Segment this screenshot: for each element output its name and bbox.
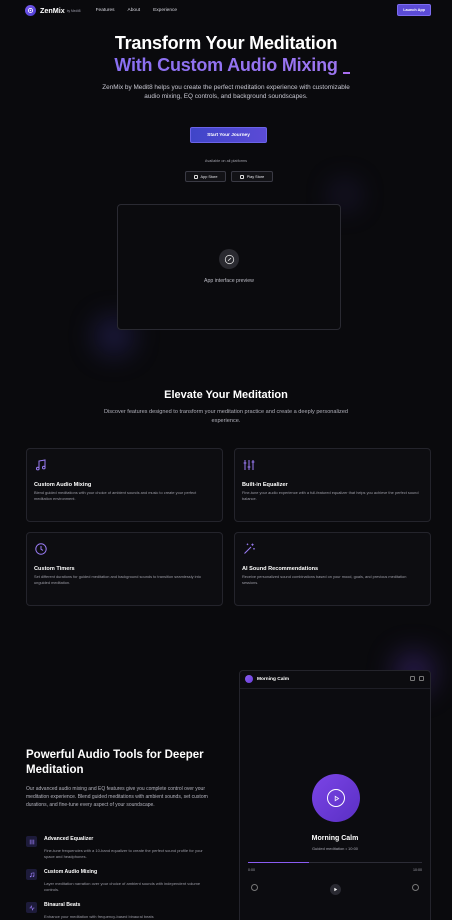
album-art: [312, 774, 360, 822]
play-button[interactable]: [330, 884, 341, 895]
tool-description: Enhance your meditation with frequency-b…: [44, 914, 154, 919]
feature-title: AI Sound Recommendations: [242, 566, 319, 572]
hero-title: Transform Your Meditation: [114, 33, 338, 53]
nav-link-experience[interactable]: Experience: [153, 8, 177, 13]
features-description: Discover features designed to transform …: [103, 409, 349, 424]
play-store-label: Play Store: [246, 174, 265, 179]
brand-name[interactable]: ZenMix: [40, 6, 65, 15]
tool-title: Binaural Beats: [44, 902, 81, 908]
time-end: 10:00: [413, 868, 422, 872]
tool-title: Advanced Equalizer: [44, 836, 94, 842]
track-subtitle: Guided meditation • 10:00: [311, 846, 359, 851]
settings-icon[interactable]: [410, 676, 415, 681]
menu-icon[interactable]: [419, 676, 424, 681]
tool-description: Layer meditation narration over your cho…: [44, 881, 201, 892]
feature-card: Custom Audio Mixing Blend guided meditat…: [26, 448, 223, 522]
next-icon[interactable]: [412, 884, 419, 891]
brand-sub: by Medit8: [66, 9, 81, 13]
preview-label: App interface preview: [204, 278, 254, 284]
check-circle-icon: [219, 249, 239, 269]
top-nav: ZenMix by Medit8 Features About Experien…: [0, 0, 452, 20]
clock-icon: [35, 543, 47, 555]
player-avatar: [245, 675, 253, 683]
features-title: Elevate Your Meditation: [164, 389, 288, 401]
tools-description: Our advanced audio mixing and EQ feature…: [26, 786, 208, 809]
magic-wand-icon: [244, 543, 255, 554]
feature-title: Built-in Equalizer: [242, 482, 288, 488]
nav-link-about[interactable]: About: [128, 8, 141, 13]
feature-description: Blend guided meditations with your choic…: [34, 490, 197, 501]
track-title: Morning Calm: [311, 835, 359, 842]
waveform-icon: [26, 902, 37, 913]
feature-card: AI Sound Recommendations Receive persona…: [234, 532, 431, 606]
nav-link-features[interactable]: Features: [96, 8, 115, 13]
play-icon[interactable]: [327, 789, 345, 807]
play-store-button[interactable]: Play Store: [231, 171, 273, 182]
music-note-icon: [26, 869, 37, 880]
app-store-button[interactable]: App Store: [185, 171, 226, 182]
player-mockup: Morning Calm Morning Calm Guided meditat…: [239, 670, 431, 920]
time-start: 0:00: [248, 868, 255, 872]
music-note-icon: [36, 459, 46, 471]
progress-fill: [248, 862, 309, 864]
player-header-title: Morning Calm: [257, 677, 289, 682]
feature-title: Custom Timers: [34, 566, 75, 572]
player-header: Morning Calm: [240, 671, 430, 689]
feature-card: Custom Timers Set different durations fo…: [26, 532, 223, 606]
apple-icon: [193, 174, 198, 179]
platform-availability: Available on all platforms: [204, 159, 248, 163]
app-preview-placeholder: App interface preview: [117, 204, 341, 330]
tool-description: Fine-tune frequencies with a 10-band equ…: [44, 848, 203, 859]
logo-icon[interactable]: [25, 4, 36, 16]
hero-description: ZenMix by Medit8 helps you create the pe…: [102, 84, 350, 101]
feature-title: Custom Audio Mixing: [34, 482, 92, 488]
equalizer-sliders-icon: [243, 460, 255, 470]
feature-description: Set different durations for guided medit…: [34, 574, 201, 585]
feature-description: Receive personalized sound combinations …: [242, 574, 407, 585]
launch-app-button[interactable]: Launch App: [397, 4, 431, 16]
tools-title: Powerful Audio Tools for Deeper Meditati…: [26, 749, 204, 776]
tool-title: Custom Audio Mixing: [44, 869, 98, 875]
app-store-label: App Store: [200, 174, 218, 179]
sliders-icon: [26, 836, 37, 847]
play-store-icon: [239, 174, 244, 179]
feature-description: Fine-tune your audio experience with a f…: [242, 490, 419, 501]
feature-card: Built-in Equalizer Fine-tune your audio …: [234, 448, 431, 522]
start-journey-button[interactable]: Start Your Journey: [190, 127, 267, 143]
previous-icon[interactable]: [251, 884, 258, 891]
nav-links: Features About Experience: [96, 8, 177, 13]
progress-bar[interactable]: [248, 862, 422, 864]
text-cursor: [343, 72, 350, 74]
hero-title-highlight: With Custom Audio Mixing: [0, 55, 452, 76]
